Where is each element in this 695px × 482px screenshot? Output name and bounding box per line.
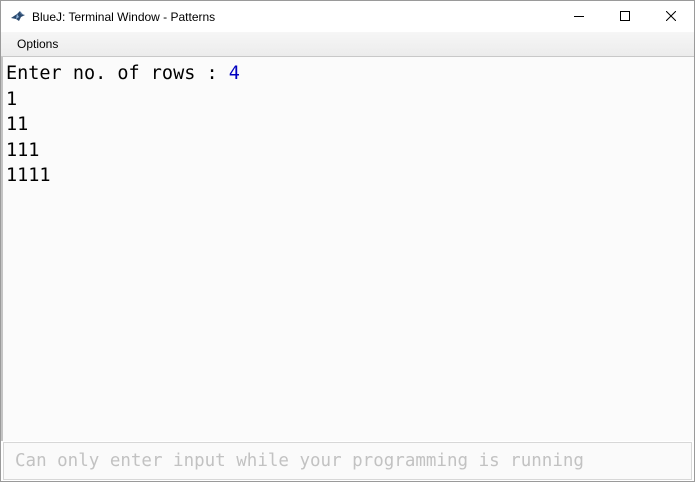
window-title: BlueJ: Terminal Window - Patterns (32, 9, 216, 24)
maximize-button[interactable] (602, 1, 648, 32)
window-controls (556, 1, 694, 32)
title-bar[interactable]: BlueJ: Terminal Window - Patterns (1, 1, 694, 32)
output-line: 1 (6, 88, 18, 110)
prompt-line: Enter no. of rows : 4 (6, 61, 694, 87)
menu-options[interactable]: Options (17, 35, 58, 53)
output-line: 1111 (6, 165, 51, 186)
input-echo: 4 (228, 63, 240, 84)
bluej-bird-icon (10, 9, 26, 25)
prompt-text: Enter no. of rows : (6, 63, 229, 84)
minimize-button[interactable] (556, 1, 602, 32)
input-placeholder: Can only enter input while your programm… (15, 451, 584, 471)
close-icon (665, 8, 677, 26)
close-button[interactable] (648, 1, 694, 32)
menu-bar: Options (1, 32, 694, 57)
terminal-window: BlueJ: Terminal Window - Patterns Option… (0, 0, 695, 482)
minimize-icon (574, 8, 584, 26)
output-line: 111 (6, 139, 40, 161)
maximize-icon (620, 8, 630, 26)
input-field[interactable]: Can only enter input while your programm… (3, 442, 692, 480)
terminal-output[interactable]: Enter no. of rows : 4 1 11 111 1111 (1, 57, 694, 441)
output-line: 11 (6, 114, 29, 135)
